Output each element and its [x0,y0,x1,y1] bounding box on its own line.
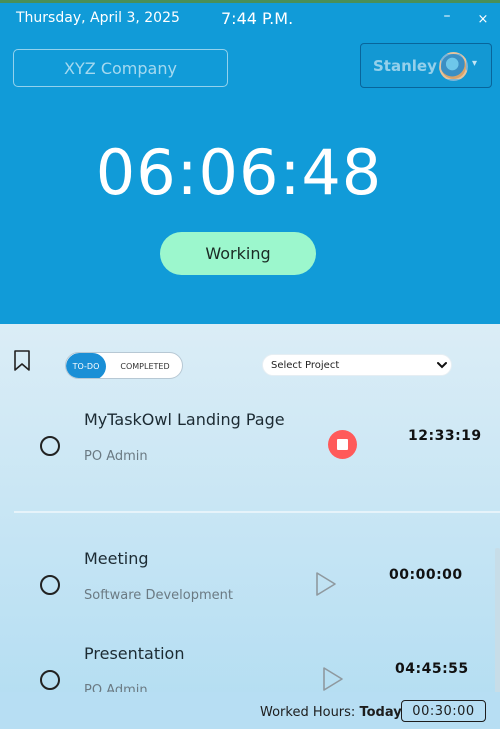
stop-button[interactable] [328,430,357,459]
task-title: Presentation [84,644,185,663]
window-top-strip [0,0,500,3]
minimize-button[interactable]: – [438,6,456,26]
task-title: MyTaskOwl Landing Page [84,410,285,429]
task-complete-checkbox[interactable] [40,575,60,595]
user-menu[interactable]: Stanley ▾ [360,43,492,88]
avatar [439,52,468,81]
task-complete-checkbox[interactable] [40,670,60,690]
status-label: Working [205,244,271,263]
chevron-down-icon [437,362,447,369]
worked-hours-value: 00:30:00 [401,700,486,722]
project-select[interactable]: Select Project [262,354,452,376]
task-duration: 00:00:00 [389,567,463,583]
task-row[interactable]: Meeting Software Development 00:00:00 [0,548,500,648]
user-name: Stanley [373,56,437,75]
company-label: XYZ Company [64,58,177,78]
play-button[interactable] [314,571,338,597]
task-title: Meeting [84,549,149,568]
task-duration: 04:45:55 [395,661,469,677]
company-selector[interactable]: XYZ Company [13,49,228,87]
divider [14,511,500,513]
timer-panel: Thursday, April 3, 2025 7:44 P.M. – × XY… [0,0,500,324]
task-duration: 12:33:19 [408,428,482,444]
close-button[interactable]: × [474,10,492,30]
timer-display: 06:06:48 [95,136,383,209]
worked-hours-text: Worked Hours: [260,705,356,720]
tab-todo[interactable]: TO-DO [66,353,106,378]
task-row[interactable]: MyTaskOwl Landing Page PO Admin 12:33:19 [0,408,500,508]
todo-completed-toggle[interactable]: TO-DO COMPLETED [65,352,183,379]
current-time: 7:44 P.M. [221,9,294,28]
stop-icon [337,439,348,450]
worked-hours-label: Worked Hours: Today [260,705,402,720]
project-select-label: Select Project [271,359,340,371]
play-button[interactable] [321,666,345,692]
task-project: PO Admin [84,449,148,464]
scrollbar[interactable] [495,548,500,694]
worked-hours-bar: Worked Hours: Today 00:30:00 [0,692,500,729]
task-complete-checkbox[interactable] [40,436,60,456]
current-date: Thursday, April 3, 2025 [16,10,180,26]
tab-completed[interactable]: COMPLETED [110,353,180,378]
task-panel: TO-DO COMPLETED Select Project MyTaskOwl… [0,324,500,729]
working-status-button[interactable]: Working [160,232,316,275]
task-project: Software Development [84,588,233,603]
worked-hours-period: Today [359,705,402,720]
bookmark-icon[interactable] [13,350,31,372]
chevron-down-icon: ▾ [472,58,478,69]
